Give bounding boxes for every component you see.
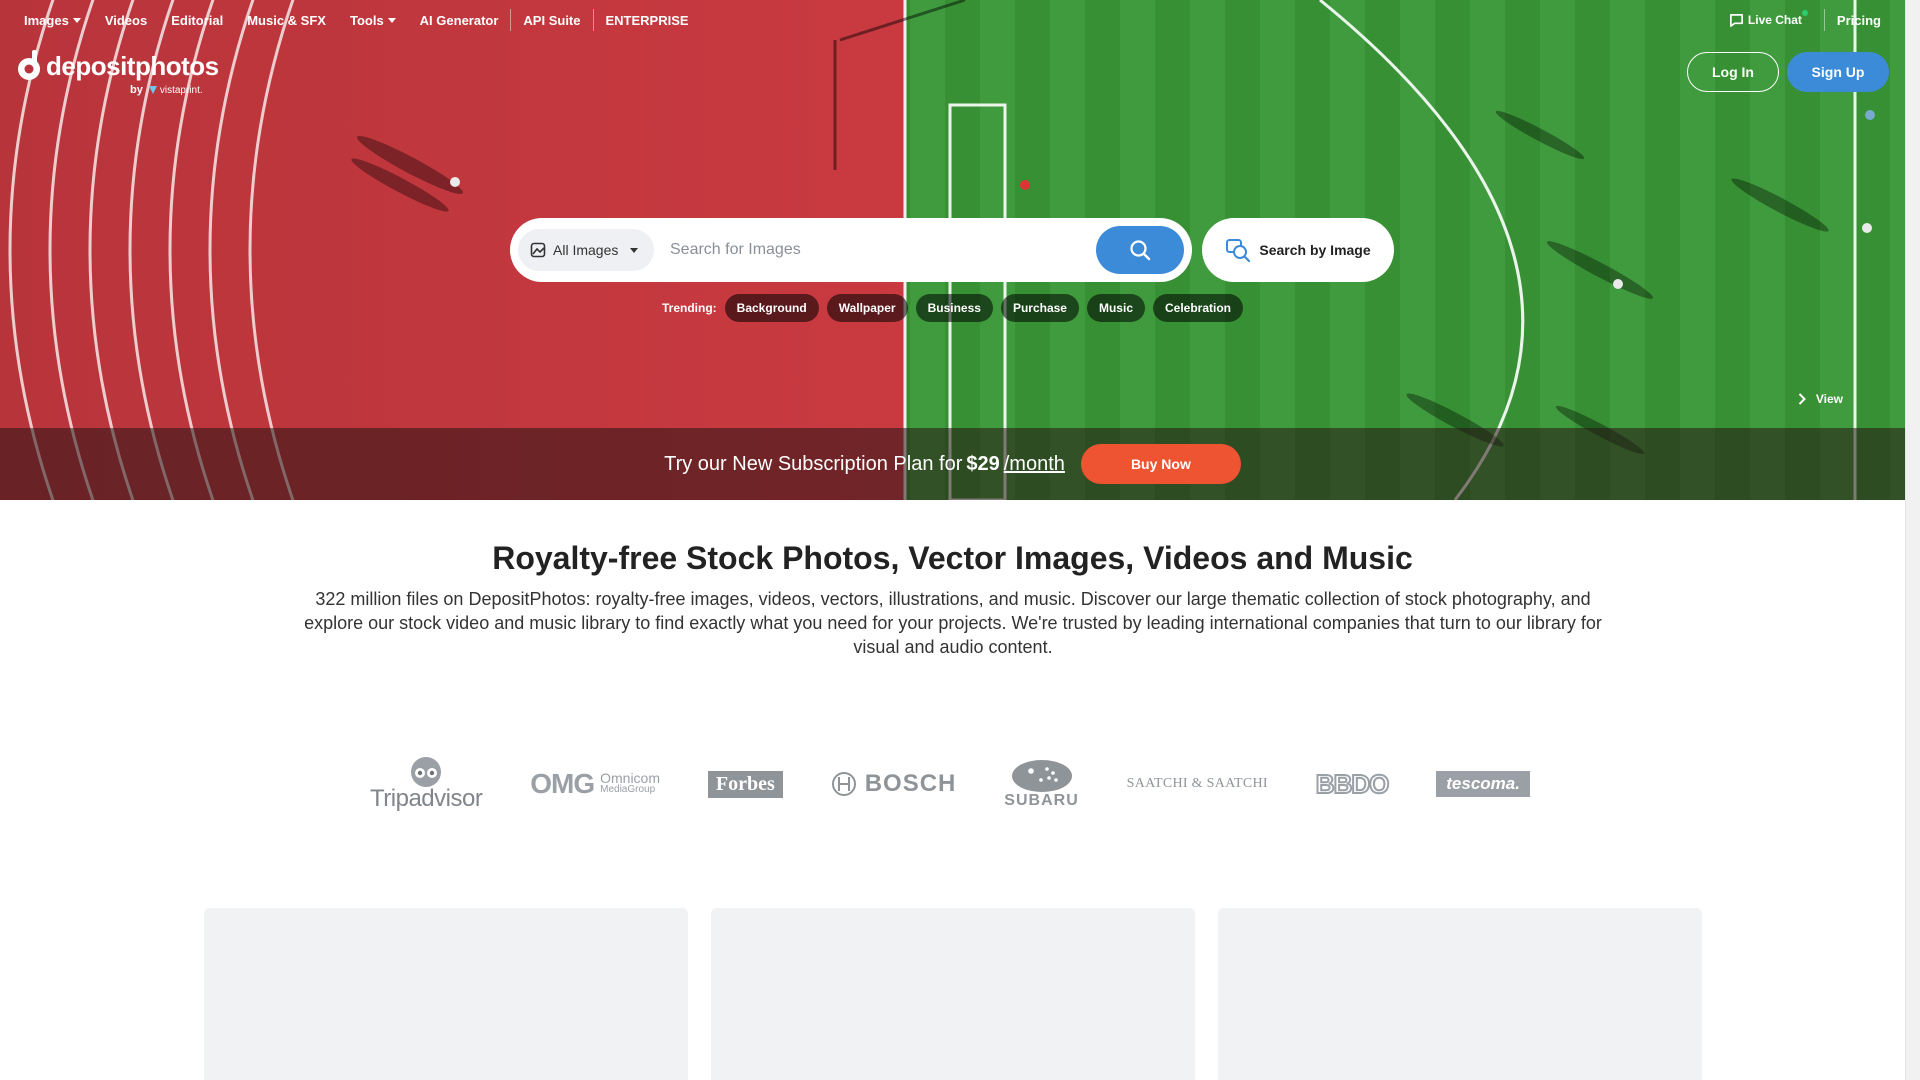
promo-text: Try our New Subscription Plan for $29 /m… [664, 453, 1065, 476]
content-card-placeholder[interactable] [711, 908, 1195, 1080]
hero-banner: Images Videos Editorial Music & SFX Tool… [0, 0, 1905, 500]
nav-videos-label: Videos [104, 12, 148, 28]
live-chat-link[interactable]: Live Chat [1729, 9, 1808, 28]
logo-by-text: by [130, 84, 143, 96]
content-type-dropdown[interactable]: All Images [518, 229, 654, 271]
promo-price: $29 [966, 452, 1000, 475]
search-icon [1130, 240, 1151, 261]
search-by-image-button[interactable]: Search by Image [1202, 218, 1394, 282]
nav-ai-generator-label: AI Generator [419, 12, 499, 28]
trending-chip[interactable]: Business [915, 294, 993, 322]
nav-music-sfx[interactable]: Music & SFX [247, 13, 326, 28]
tripadvisor-logo: Tripadvisor [370, 754, 483, 814]
pricing-link[interactable]: Pricing [1837, 13, 1881, 28]
saatchi-wordmark: SAATCHI & SAATCHI [1126, 776, 1268, 791]
trending-chip[interactable]: Background [724, 294, 819, 322]
promo-period: /month [1003, 452, 1065, 475]
omg-wordmark: OMG [530, 768, 595, 799]
image-icon [530, 242, 546, 258]
login-button[interactable]: Log In [1687, 52, 1779, 92]
trending-chip[interactable]: Wallpaper [826, 294, 908, 322]
nav-ai-generator[interactable]: AI Generator [420, 13, 499, 28]
bbdo-wordmark: BBDO [1315, 768, 1391, 800]
top-navigation: Images Videos Editorial Music & SFX Tool… [0, 0, 1905, 40]
subaru-logo: SUBARU [1004, 754, 1078, 814]
nav-tools-label: Tools [349, 12, 384, 28]
caret-down-icon [72, 17, 81, 23]
page-description: 322 million files on DepositPhotos: roya… [304, 589, 1602, 657]
omnicom-logo: OMG Omnicom MediaGroup [530, 754, 660, 814]
nav-api-suite[interactable]: API Suite [523, 13, 580, 28]
nav-divider [1823, 9, 1825, 31]
nav-editorial-label: Editorial [171, 12, 224, 28]
nav-enterprise-label: ENTERPRISE [605, 12, 689, 28]
logo-wordmark: depositphotos [46, 50, 219, 81]
content-type-label: All Images [553, 242, 619, 258]
bosch-wordmark: BOSCH [864, 770, 957, 797]
trending-chip[interactable]: Celebration [1153, 294, 1244, 322]
logo-byline: by vistaprint. [130, 84, 203, 96]
live-chat-label: Live Chat [1747, 13, 1802, 27]
depositphotos-logo-icon [18, 50, 40, 80]
image-search-icon [1226, 239, 1251, 263]
search-input[interactable] [654, 229, 1096, 271]
nav-editorial[interactable]: Editorial [171, 13, 223, 28]
search-by-image-label: Search by Image [1259, 242, 1371, 258]
tripadvisor-wordmark: Tripadvisor [370, 785, 483, 812]
bbdo-logo: BBDO [1315, 754, 1391, 814]
nav-music-sfx-label: Music & SFX [247, 12, 326, 28]
tescoma-wordmark: tescoma. [1436, 771, 1530, 797]
logo-partner-text: vistaprint. [159, 84, 203, 96]
trending-searches: Trending: Background Wallpaper Business … [662, 294, 1251, 322]
nav-videos[interactable]: Videos [105, 13, 147, 28]
search-bar: All Images [510, 218, 1192, 282]
auth-buttons: Log In Sign Up [1687, 52, 1889, 92]
mediagroup-text: MediaGroup [600, 784, 656, 795]
tescoma-logo: tescoma. [1436, 754, 1530, 814]
content-card-placeholder[interactable] [204, 908, 688, 1080]
nav-api-suite-label: API Suite [523, 12, 581, 28]
page-scrollbar[interactable] [1905, 0, 1920, 1080]
nav-images[interactable]: Images [24, 13, 81, 28]
tripadvisor-owl-icon [411, 757, 442, 787]
trending-chip[interactable]: Music [1086, 294, 1145, 322]
nav-divider [592, 9, 594, 31]
signup-button[interactable]: Sign Up [1787, 52, 1889, 92]
subscription-promo-bar: Try our New Subscription Plan for $29 /m… [0, 428, 1905, 500]
bosch-logo: BOSCH [831, 754, 957, 814]
view-label: View [1815, 392, 1843, 406]
forbes-wordmark: Forbes [707, 770, 783, 798]
content-card-placeholder[interactable] [1218, 908, 1702, 1080]
view-image-link[interactable]: View [1798, 392, 1843, 406]
bosch-emblem-icon [831, 772, 856, 796]
nav-divider [510, 9, 512, 31]
buy-now-button[interactable]: Buy Now [1080, 444, 1241, 484]
nav-enterprise[interactable]: ENTERPRISE [606, 13, 689, 28]
trending-label: Trending: [662, 301, 717, 315]
omnicom-text: Omnicom [600, 770, 661, 786]
trending-chip[interactable]: Purchase [1000, 294, 1079, 322]
nav-images-label: Images [24, 12, 69, 28]
promo-message: Try our New Subscription Plan for [664, 452, 963, 475]
page-headline: Royalty-free Stock Photos, Vector Images… [492, 540, 1413, 576]
saatchi-logo: SAATCHI & SAATCHI [1127, 754, 1268, 814]
featured-cards [204, 908, 1702, 1080]
subaru-emblem-icon [1011, 760, 1072, 792]
vistaprint-mark-icon [148, 86, 157, 94]
depositphotos-logo[interactable]: depositphotos by vistaprint. [16, 50, 219, 96]
client-logos: Tripadvisor OMG Omnicom MediaGroup Forbe… [370, 752, 1530, 816]
subaru-wordmark: SUBARU [1004, 792, 1079, 809]
chat-icon [1729, 13, 1743, 27]
caret-down-icon [387, 17, 396, 23]
nav-tools[interactable]: Tools [350, 13, 396, 28]
caret-down-icon [630, 247, 639, 253]
chevron-right-icon [1798, 393, 1806, 405]
search-button[interactable] [1096, 226, 1184, 274]
forbes-logo: Forbes [707, 754, 783, 814]
online-status-dot [1801, 9, 1808, 16]
